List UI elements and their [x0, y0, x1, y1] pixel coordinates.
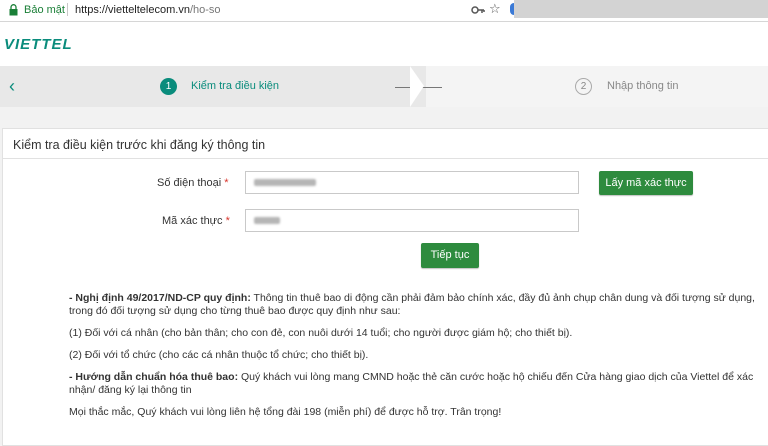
viettel-logo[interactable]: VIETTEL [4, 36, 73, 53]
url-host: https://vietteltelecom.vn [75, 4, 190, 16]
required-mark: * [225, 215, 230, 227]
note-item-1: (1) Đối với cá nhân (cho bản thân; cho c… [69, 327, 573, 339]
step-chevron [410, 66, 424, 107]
url-field[interactable]: https://vietteltelecom.vn/ho-so [75, 4, 221, 16]
lock-icon [9, 4, 18, 16]
continue-button[interactable]: Tiếp tục [421, 243, 479, 268]
step-1-label: Kiểm tra điều kiện [191, 80, 280, 92]
step-1-number: 1 [160, 78, 177, 95]
phone-input[interactable] [245, 171, 579, 194]
address-separator [67, 3, 68, 16]
site-header: VIETTEL [0, 22, 768, 66]
decree-paragraph: - Nghị định 49/2017/ND-CP quy định: Thôn… [69, 292, 759, 318]
decree-title: - Nghị định 49/2017/ND-CP quy định: [69, 292, 251, 304]
required-mark: * [224, 177, 229, 189]
key-icon[interactable] [471, 4, 485, 16]
step-2-label: Nhập thông tin [607, 80, 679, 92]
card-divider [3, 158, 768, 159]
back-arrow-icon[interactable]: ‹ [9, 76, 15, 96]
get-code-button[interactable]: Lấy mã xác thực [599, 171, 693, 195]
verification-code-input[interactable] [245, 209, 579, 232]
url-path: /ho-so [189, 4, 221, 16]
guide-paragraph: - Hướng dẫn chuẩn hóa thuê bao: Quý khác… [69, 371, 759, 397]
browser-address-bar: Bảo mật https://vietteltelecom.vn/ho-so … [0, 0, 768, 22]
step-2-number: 2 [575, 78, 592, 95]
code-value-redacted [254, 217, 280, 224]
note-item-2: (2) Đối với tổ chức (cho các cá nhân thu… [69, 349, 369, 361]
blurred-toolbar-area [514, 0, 768, 18]
regulation-notes: - Nghị định 49/2017/ND-CP quy định: Thôn… [69, 292, 759, 428]
code-label: Mã xác thực * [162, 215, 230, 227]
step-2-background [426, 66, 768, 107]
secure-label: Bảo mật [24, 4, 65, 16]
guide-title: - Hướng dẫn chuẩn hóa thuê bao: [69, 371, 239, 383]
eligibility-card: Kiểm tra điều kiện trước khi đăng ký thô… [2, 128, 768, 446]
phone-value-redacted [254, 179, 316, 186]
phone-label: Số điện thoại * [157, 177, 229, 189]
bookmark-star-icon[interactable]: ☆ [489, 2, 501, 16]
support-text: Mọi thắc mắc, Quý khách vui lòng liên hệ… [69, 406, 502, 418]
card-title: Kiểm tra điều kiện trước khi đăng ký thô… [13, 138, 266, 152]
phone-label-text: Số điện thoại [157, 177, 222, 189]
code-label-text: Mã xác thực [162, 215, 223, 227]
stepper-bar: ‹ 1 Kiểm tra điều kiện 2 Nhập thông tin [0, 66, 768, 107]
